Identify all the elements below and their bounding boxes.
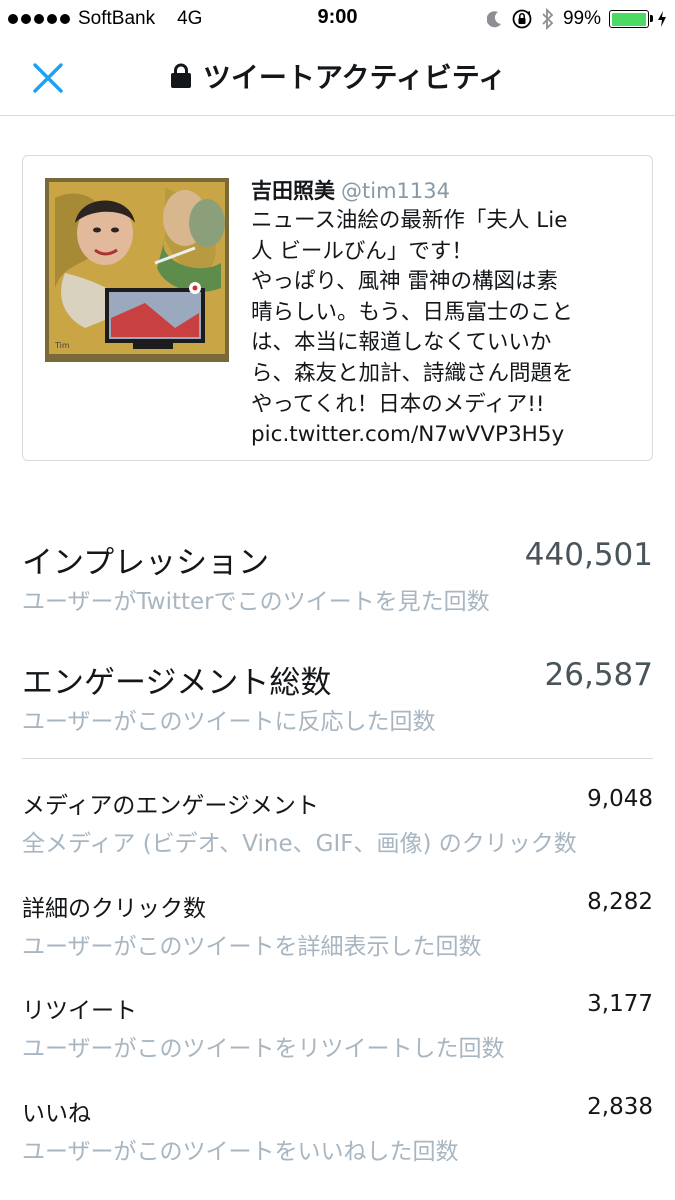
metric-value: 2,838: [587, 1094, 653, 1120]
tweet-text: ニュース油絵の最新作「夫人 Lie 人 ビールびん」です！ やっぱり、風神 雷神…: [251, 208, 574, 448]
metric-description: ユーザーがこのツイートをいいねした回数: [22, 1139, 459, 1165]
metric-engagements: エンゲージメント総数 26,587 ユーザーがこのツイートに反応した回数: [22, 657, 653, 737]
battery-fill: [611, 12, 647, 26]
nav-bar: ツイートアクティビティ: [0, 38, 675, 116]
metric-impressions: インプレッション 440,501 ユーザーがTwitterでこのツイートを見た回…: [22, 537, 653, 617]
metric-media-engagements: メディアのエンゲージメント 9,048 全メディア (ビデオ、Vine、GIF、…: [22, 786, 653, 862]
metric-likes: いいね 2,838 ユーザーがこのツイートをいいねした回数: [22, 1094, 653, 1170]
metric-description: ユーザーがTwitterでこのツイートを見た回数: [22, 589, 490, 615]
orientation-lock-icon: [512, 9, 532, 29]
metric-label: メディアのエンゲージメント: [22, 793, 319, 819]
tweet-author: 吉田照美 @tim1134: [251, 176, 641, 206]
status-right: 99%: [486, 6, 667, 32]
tweet-image[interactable]: Tim: [45, 178, 229, 362]
metric-label: いいね: [22, 1101, 91, 1127]
metric-label: インプレッション: [22, 545, 270, 581]
nav-title-group: ツイートアクティビティ: [0, 56, 675, 96]
metric-description: ユーザーがこのツイートを詳細表示した回数: [22, 934, 482, 960]
moon-icon: [486, 11, 501, 28]
status-bar: SoftBank 4G 9:00 99%: [0, 0, 675, 38]
battery-icon: [609, 10, 653, 28]
metric-value: 8,282: [587, 889, 653, 915]
metric-label: エンゲージメント総数: [22, 665, 332, 701]
metric-label: 詳細のクリック数: [22, 896, 206, 922]
metric-retweets: リツイート 3,177 ユーザーがこのツイートをリツイートした回数: [22, 991, 653, 1067]
battery-percent: 99%: [562, 8, 601, 29]
charging-icon: [658, 11, 666, 27]
author-name: 吉田照美: [251, 179, 335, 203]
metric-detail-clicks: 詳細のクリック数 8,282 ユーザーがこのツイートを詳細表示した回数: [22, 889, 653, 965]
metric-value: 9,048: [587, 786, 653, 812]
metric-value: 440,501: [524, 537, 653, 573]
metric-label: リツイート: [22, 998, 137, 1024]
tweet-card[interactable]: Tim 吉田照美 @tim1134 ニュース油絵の最新作「夫人 Lie 人 ビール…: [22, 155, 653, 461]
svg-text:Tim: Tim: [54, 341, 70, 350]
divider: [22, 758, 653, 759]
bluetooth-icon: [542, 8, 554, 30]
lock-icon: [170, 63, 191, 88]
metric-description: 全メディア (ビデオ、Vine、GIF、画像) のクリック数: [22, 831, 577, 857]
metric-value: 3,177: [587, 991, 653, 1017]
metric-value: 26,587: [544, 657, 653, 693]
tweet-body: 吉田照美 @tim1134 ニュース油絵の最新作「夫人 Lie 人 ビールびん」で…: [251, 176, 641, 451]
metric-description: ユーザーがこのツイートをリツイートした回数: [22, 1036, 505, 1062]
page-title: ツイートアクティビティ: [202, 61, 507, 94]
author-handle: @tim1134: [341, 179, 450, 203]
metric-description: ユーザーがこのツイートに反応した回数: [22, 709, 436, 735]
